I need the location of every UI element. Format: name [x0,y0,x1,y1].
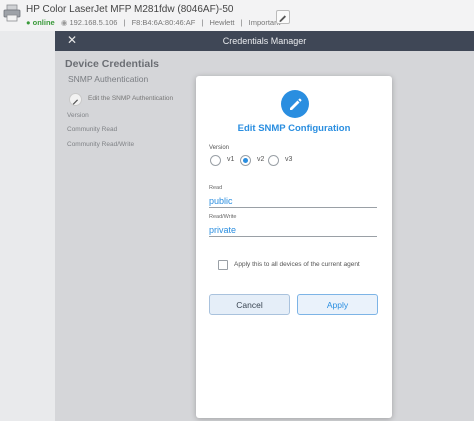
readwrite-community-input[interactable] [209,223,377,237]
apply-button[interactable]: Apply [297,294,378,315]
version-label: Version [209,145,230,151]
apply-all-label: Apply this to all devices of the current… [234,261,360,268]
radio-v2-label: v2 [257,156,265,163]
radio-v1-label: v1 [227,156,235,163]
cancel-button[interactable]: Cancel [209,294,290,315]
radio-v2[interactable] [240,155,251,166]
pencil-icon [281,90,309,118]
dialog-title: Edit SNMP Configuration [237,123,351,134]
radio-v1[interactable] [210,155,221,166]
read-community-input[interactable] [209,194,377,208]
modal-overlay: Edit SNMP Configuration Version v1 v2 v3… [0,0,474,421]
radio-v3[interactable] [268,155,279,166]
radio-v3-label: v3 [285,156,293,163]
apply-all-checkbox[interactable] [218,260,228,270]
read-label: Read [209,185,223,191]
readwrite-label: Read/Write [209,214,237,220]
edit-snmp-dialog: Edit SNMP Configuration Version v1 v2 v3… [196,76,392,418]
